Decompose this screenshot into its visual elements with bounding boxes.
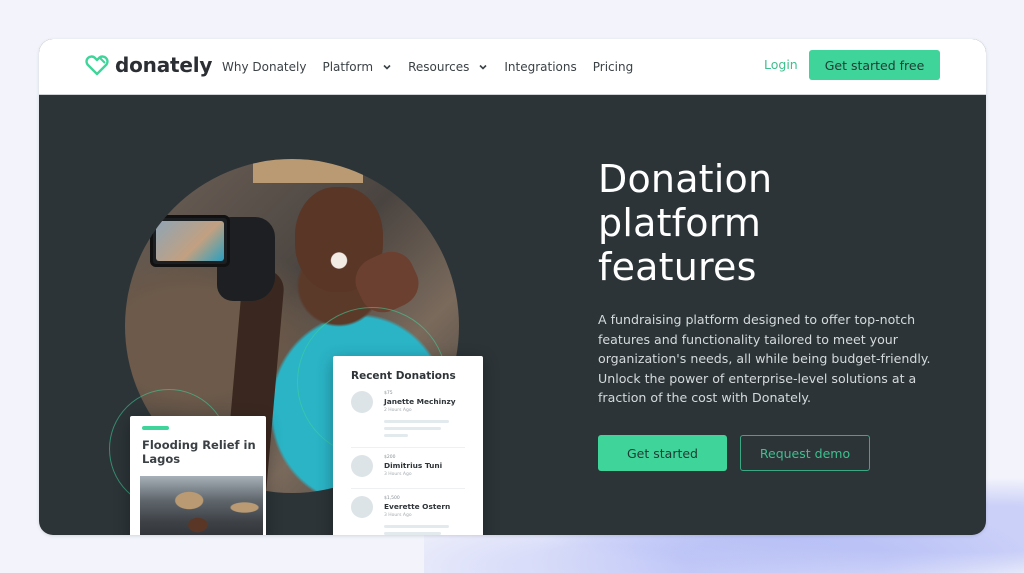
campaign-card[interactable]: Flooding Relief in Lagos <box>130 416 266 535</box>
main-menu: Why Donately Platform Resources Integrat… <box>222 39 649 95</box>
donor-name: Janette Mechinzy <box>384 397 456 406</box>
donor-avatar <box>351 496 373 518</box>
chevron-down-icon <box>383 64 391 70</box>
top-navigation: donately Why Donately Platform Resources… <box>39 39 986 95</box>
recent-donations-card: Recent Donations $75 Janette Mechinzy 2 … <box>333 356 483 535</box>
photo-phone-screen <box>156 221 224 261</box>
donation-time: 3 Hours Ago <box>384 513 412 518</box>
placeholder-line <box>384 434 409 437</box>
placeholder-line <box>384 420 449 423</box>
heart-logo-icon <box>85 55 109 76</box>
nav-item-label: Platform <box>322 60 374 74</box>
chevron-down-icon <box>479 64 487 70</box>
brand-logo[interactable]: donately <box>84 53 212 77</box>
nav-item-platform[interactable]: Platform <box>322 60 392 74</box>
hero-title-line: platform <box>598 201 762 245</box>
donation-item: $75 Janette Mechinzy 2 Hours Ago <box>351 391 465 448</box>
nav-item-pricing[interactable]: Pricing <box>593 60 633 74</box>
donor-avatar <box>351 455 373 477</box>
hero-title-line: features <box>598 245 757 289</box>
hero-title-line: Donation <box>598 157 773 201</box>
recent-donations-title: Recent Donations <box>351 370 456 382</box>
get-started-free-button[interactable]: Get started free <box>809 50 940 80</box>
photo-phone <box>150 215 230 267</box>
campaign-accent-bar <box>142 426 169 430</box>
campaign-title: Flooding Relief in Lagos <box>142 438 256 466</box>
placeholder-line <box>384 525 449 528</box>
donation-item: $200 Dimitrius Tuni 3 Hours Ago <box>351 455 465 489</box>
nav-item-integrations[interactable]: Integrations <box>504 60 576 74</box>
nav-item-label: Resources <box>408 60 470 74</box>
placeholder-line <box>384 532 441 535</box>
nav-item-label: Pricing <box>592 60 634 74</box>
photo-box-detail <box>253 159 363 183</box>
nav-item-label: Why Donately <box>222 60 307 74</box>
brand-name: donately <box>115 53 213 77</box>
placeholder-line <box>384 427 441 430</box>
donation-item: $1,500 Everette Ostern 3 Hours Ago <box>351 496 465 535</box>
login-link[interactable]: Login <box>764 57 798 72</box>
nav-item-resources[interactable]: Resources <box>408 60 488 74</box>
nav-item-label: Integrations <box>504 60 577 74</box>
donation-time: 3 Hours Ago <box>384 472 412 477</box>
donor-name: Dimitrius Tuni <box>384 461 443 470</box>
donor-avatar <box>351 391 373 413</box>
campaign-image <box>140 476 263 535</box>
request-demo-button[interactable]: Request demo <box>740 435 870 471</box>
browser-frame: donately Why Donately Platform Resources… <box>39 39 986 535</box>
donor-name: Everette Ostern <box>384 502 451 511</box>
nav-item-why-donately[interactable]: Why Donately <box>222 60 306 74</box>
donation-time: 2 Hours Ago <box>384 408 412 413</box>
hero-description: A fundraising platform designed to offer… <box>598 312 931 405</box>
hero-title: Donation platform features <box>598 157 772 289</box>
get-started-button[interactable]: Get started <box>598 435 727 471</box>
